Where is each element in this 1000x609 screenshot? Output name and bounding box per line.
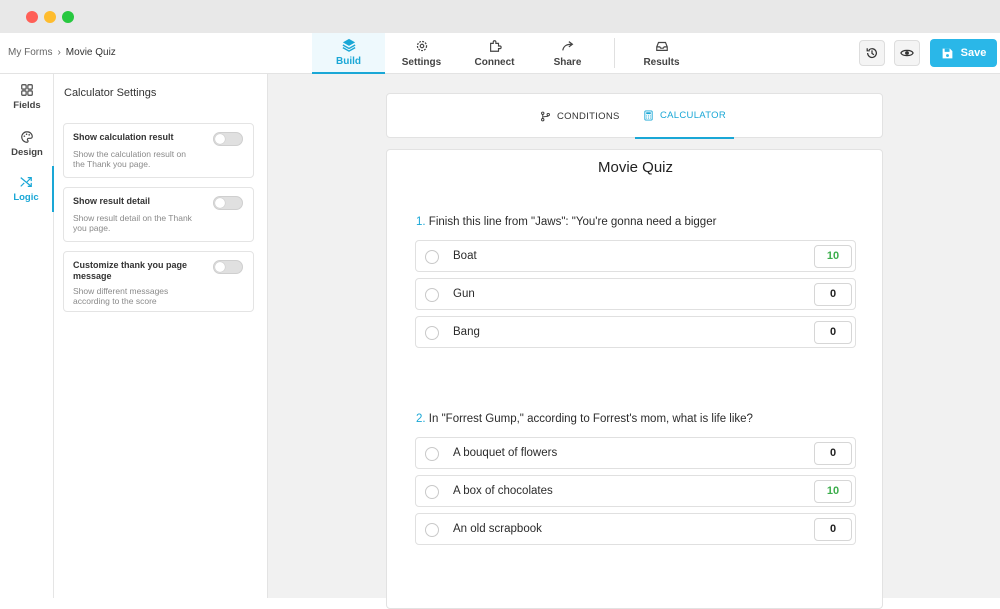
close-window-button[interactable] (26, 11, 38, 23)
window-titlebar (0, 0, 1000, 33)
radio-button[interactable] (425, 485, 439, 499)
option-label: A box of chocolates (453, 485, 553, 497)
subtab-conditions[interactable]: CONDITIONS (540, 94, 620, 139)
tab-connect-label: Connect (474, 57, 515, 68)
breadcrumb-current: Movie Quiz (65, 47, 116, 58)
history-icon (866, 48, 877, 59)
radio-button[interactable] (425, 523, 439, 537)
tab-settings-label: Settings (401, 57, 442, 68)
setting-title: Customize thank you page message (73, 260, 188, 281)
grid-icon (21, 84, 33, 96)
main-tabs: Build Settings Connect Share Results (312, 33, 698, 74)
subtab-calculator-label: CALCULATOR (660, 110, 726, 121)
tab-share[interactable]: Share (531, 33, 604, 74)
radio-button[interactable] (425, 326, 439, 340)
save-button[interactable]: Save (930, 39, 997, 67)
subtab-conditions-label: CONDITIONS (557, 111, 620, 122)
eye-icon (900, 49, 914, 57)
shuffle-icon (20, 177, 32, 187)
tab-share-label: Share (553, 57, 582, 68)
question-text: Finish this line from "Jaws": "You're go… (428, 216, 717, 228)
answer-option[interactable]: Bang 0 (415, 316, 856, 348)
breadcrumb-my-forms[interactable]: My Forms (8, 47, 52, 58)
setting-title: Show calculation result (73, 132, 174, 142)
rail-item-fields-label: Fields (13, 100, 41, 111)
radio-button[interactable] (425, 250, 439, 264)
answer-option[interactable]: A box of chocolates 10 (415, 475, 856, 507)
minimize-window-button[interactable] (44, 11, 56, 23)
rail-item-fields[interactable]: Fields (0, 74, 54, 120)
setting-card-show-calculation-result: Show calculation result Show the calcula… (63, 123, 254, 178)
branch-icon (541, 111, 550, 122)
inbox-icon (655, 41, 668, 51)
calculator-icon (644, 110, 653, 121)
floppy-disk-icon (942, 48, 953, 58)
top-navigation: My Forms › Movie Quiz Build Settings Con… (0, 33, 1000, 74)
answer-option[interactable]: An old scrapbook 0 (415, 513, 856, 545)
calculator-settings-panel: Calculator Settings Show calculation res… (54, 74, 268, 598)
score-input[interactable]: 0 (814, 321, 852, 344)
form-canvas: CONDITIONS CALCULATOR Movie Quiz 1. Fini… (268, 74, 1000, 609)
palette-icon (21, 131, 33, 143)
radio-button[interactable] (425, 447, 439, 461)
setting-description: Show result detail on the Thank you page… (73, 213, 192, 233)
question-2: 2. In "Forrest Gump," according to Forre… (416, 413, 753, 425)
answer-option[interactable]: Boat 10 (415, 240, 856, 272)
gear-icon (416, 40, 427, 52)
question-number: 2. (416, 413, 426, 425)
preview-button[interactable] (894, 40, 920, 66)
tab-build[interactable]: Build (312, 33, 385, 74)
show-result-detail-toggle[interactable] (213, 196, 243, 210)
tab-results[interactable]: Results (625, 33, 698, 74)
option-label: Boat (453, 250, 477, 262)
rail-item-design-label: Design (11, 147, 43, 158)
tab-build-label: Build (336, 56, 361, 67)
setting-card-show-result-detail: Show result detail Show result detail on… (63, 187, 254, 242)
setting-description: Show different messages according to the… (73, 286, 169, 306)
setting-title: Show result detail (73, 196, 151, 206)
history-button[interactable] (859, 40, 885, 66)
answer-option[interactable]: Gun 0 (415, 278, 856, 310)
rail-item-design[interactable]: Design (0, 121, 54, 167)
question-number: 1. (416, 216, 426, 228)
option-label: Bang (453, 326, 480, 338)
form-title: Movie Quiz (597, 159, 674, 176)
score-input[interactable]: 10 (814, 480, 852, 503)
score-input[interactable]: 0 (814, 518, 852, 541)
maximize-window-button[interactable] (62, 11, 74, 23)
rail-item-logic-label: Logic (13, 192, 39, 203)
option-label: A bouquet of flowers (453, 447, 558, 459)
save-button-label: Save (960, 47, 987, 59)
puzzle-icon (489, 40, 502, 52)
answer-option[interactable]: A bouquet of flowers 0 (415, 437, 856, 469)
tab-connect[interactable]: Connect (458, 33, 531, 74)
radio-button[interactable] (425, 288, 439, 302)
breadcrumb: My Forms › Movie Quiz (8, 47, 116, 58)
customize-thank-you-message-toggle[interactable] (213, 260, 243, 274)
layers-icon (342, 38, 355, 52)
setting-description: Show the calculation result on the Thank… (73, 149, 186, 169)
app-window: My Forms › Movie Quiz Build Settings Con… (0, 0, 1000, 609)
question-1: 1. Finish this line from "Jaws": "You're… (416, 216, 716, 228)
rail-item-logic[interactable]: Logic (0, 166, 54, 212)
question-text: In "Forrest Gump," according to Forrest'… (428, 413, 753, 425)
show-calculation-result-toggle[interactable] (213, 132, 243, 146)
form-preview: Movie Quiz 1. Finish this line from "Jaw… (386, 149, 883, 609)
score-input[interactable]: 10 (814, 245, 852, 268)
left-rail: Fields Design Logic (0, 74, 54, 598)
logic-subtabs: CONDITIONS CALCULATOR (386, 93, 883, 139)
share-arrow-icon (561, 41, 573, 51)
option-label: Gun (453, 288, 475, 300)
setting-card-customize-thank-you-message: Customize thank you page message Show di… (63, 251, 254, 312)
tabs-divider (614, 38, 615, 68)
subtab-calculator[interactable]: CALCULATOR (635, 94, 734, 139)
tab-settings[interactable]: Settings (385, 33, 458, 74)
score-input[interactable]: 0 (814, 283, 852, 306)
option-label: An old scrapbook (453, 523, 542, 535)
tab-results-label: Results (643, 57, 680, 68)
breadcrumb-separator: › (57, 47, 61, 58)
score-input[interactable]: 0 (814, 442, 852, 465)
panel-title: Calculator Settings (64, 87, 157, 99)
